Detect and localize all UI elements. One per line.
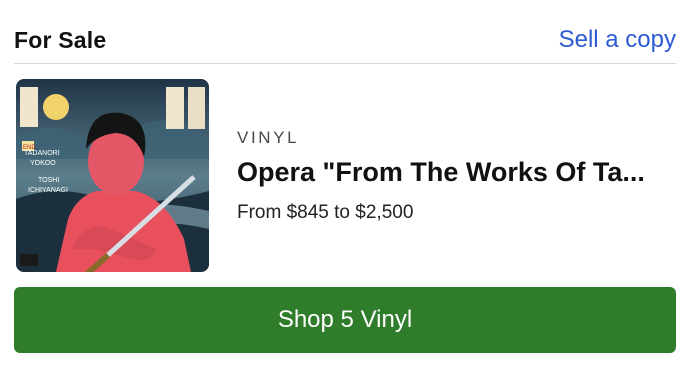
cover-artist-line1: TADANORI bbox=[24, 150, 60, 157]
shop-vinyl-button[interactable]: Shop 5 Vinyl bbox=[14, 287, 676, 353]
cover-artist-line4: ICHIYANAGI bbox=[28, 187, 68, 194]
price-range: From $845 to $2,500 bbox=[237, 202, 414, 223]
cover-artist-line3: TOSHI bbox=[38, 177, 59, 184]
cover-artist-line2: YOKOO bbox=[30, 160, 56, 167]
release-listing: END TADANORI YOKOO TOSHI ICHIYANAGI VINY… bbox=[16, 79, 676, 274]
section-header: For Sale Sell a copy bbox=[14, 18, 676, 64]
sell-a-copy-link[interactable]: Sell a copy bbox=[559, 18, 676, 62]
for-sale-section: For Sale Sell a copy END TADANORI YOKOO … bbox=[0, 0, 690, 387]
album-cover[interactable]: END TADANORI YOKOO TOSHI ICHIYANAGI bbox=[16, 79, 209, 272]
section-title: For Sale bbox=[14, 27, 107, 53]
format-label: VINYL bbox=[237, 128, 300, 147]
header-divider bbox=[14, 63, 676, 64]
release-title[interactable]: Opera "From The Works Of Ta... bbox=[237, 157, 673, 188]
